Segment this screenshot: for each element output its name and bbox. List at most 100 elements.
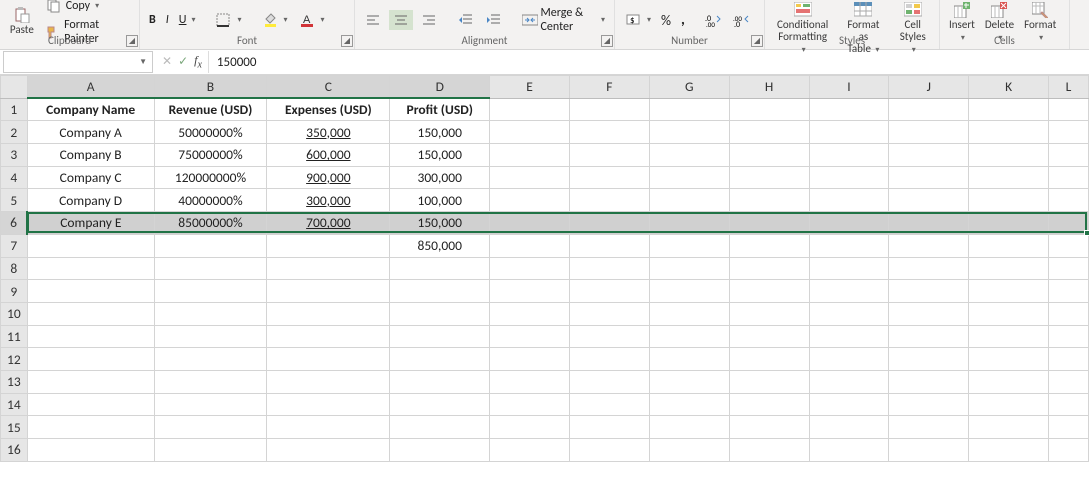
- cell-E8[interactable]: [490, 257, 570, 280]
- cell-C5[interactable]: 300,000: [267, 189, 390, 212]
- cell-C8[interactable]: [267, 257, 390, 280]
- cell-J1[interactable]: [889, 98, 969, 121]
- cell-F7[interactable]: [569, 234, 649, 257]
- col-header-F[interactable]: F: [569, 76, 649, 99]
- cell-G8[interactable]: [649, 257, 729, 280]
- row-header-10[interactable]: 10: [1, 302, 28, 325]
- cell-H12[interactable]: [729, 348, 809, 371]
- cell-G1[interactable]: [649, 98, 729, 121]
- cell-A11[interactable]: [27, 325, 154, 348]
- italic-button[interactable]: I: [163, 12, 172, 28]
- cell-F4[interactable]: [569, 166, 649, 189]
- cell-D2[interactable]: 150,000: [390, 121, 490, 144]
- cell-I8[interactable]: [809, 257, 889, 280]
- row-header-3[interactable]: 3: [1, 144, 28, 167]
- row-header-11[interactable]: 11: [1, 325, 28, 348]
- col-header-K[interactable]: K: [969, 76, 1049, 99]
- spreadsheet-grid[interactable]: ABCDEFGHIJKL 1Company NameRevenue (USD)E…: [0, 75, 1089, 462]
- row-header-1[interactable]: 1: [1, 98, 28, 121]
- cell-B14[interactable]: [154, 393, 267, 416]
- cell-B4[interactable]: 120000000%: [154, 166, 267, 189]
- cell-D13[interactable]: [390, 370, 490, 393]
- cell-I3[interactable]: [809, 144, 889, 167]
- cell-A12[interactable]: [27, 348, 154, 371]
- cell-B3[interactable]: 75000000%: [154, 144, 267, 167]
- cell-J9[interactable]: [889, 280, 969, 303]
- col-header-A[interactable]: A: [27, 76, 154, 99]
- cell-H9[interactable]: [729, 280, 809, 303]
- cell-C3[interactable]: 600,000: [267, 144, 390, 167]
- cell-A2[interactable]: Company A: [27, 121, 154, 144]
- cell-F13[interactable]: [569, 370, 649, 393]
- cell-G10[interactable]: [649, 302, 729, 325]
- cell-I4[interactable]: [809, 166, 889, 189]
- cell-D9[interactable]: [390, 280, 490, 303]
- cell-J11[interactable]: [889, 325, 969, 348]
- cell-F15[interactable]: [569, 416, 649, 439]
- cell-I1[interactable]: [809, 98, 889, 121]
- name-box[interactable]: ▼: [3, 51, 153, 73]
- cell-J2[interactable]: [889, 121, 969, 144]
- cell-E16[interactable]: [490, 439, 570, 462]
- cell-D1[interactable]: Profit (USD): [390, 98, 490, 121]
- cell-G11[interactable]: [649, 325, 729, 348]
- cell-K13[interactable]: [969, 370, 1049, 393]
- cell-B16[interactable]: [154, 439, 267, 462]
- comma-button[interactable]: ,: [678, 10, 688, 30]
- enter-formula-icon[interactable]: ✓: [178, 54, 188, 69]
- cell-L11[interactable]: [1048, 325, 1088, 348]
- cell-G7[interactable]: [649, 234, 729, 257]
- cell-I13[interactable]: [809, 370, 889, 393]
- cell-G6[interactable]: [649, 212, 729, 235]
- cell-G5[interactable]: [649, 189, 729, 212]
- cell-B13[interactable]: [154, 370, 267, 393]
- cell-B8[interactable]: [154, 257, 267, 280]
- cell-H7[interactable]: [729, 234, 809, 257]
- cell-H11[interactable]: [729, 325, 809, 348]
- cell-B10[interactable]: [154, 302, 267, 325]
- cancel-formula-icon[interactable]: ✕: [162, 54, 172, 69]
- cell-L9[interactable]: [1048, 280, 1088, 303]
- cell-C9[interactable]: [267, 280, 390, 303]
- col-header-B[interactable]: B: [154, 76, 267, 99]
- row-header-13[interactable]: 13: [1, 370, 28, 393]
- cell-E7[interactable]: [490, 234, 570, 257]
- cell-K15[interactable]: [969, 416, 1049, 439]
- cell-F16[interactable]: [569, 439, 649, 462]
- cell-G9[interactable]: [649, 280, 729, 303]
- cell-B6[interactable]: 85000000%: [154, 212, 267, 235]
- cell-L10[interactable]: [1048, 302, 1088, 325]
- cell-C10[interactable]: [267, 302, 390, 325]
- cell-J4[interactable]: [889, 166, 969, 189]
- cell-E15[interactable]: [490, 416, 570, 439]
- cell-L14[interactable]: [1048, 393, 1088, 416]
- row-header-7[interactable]: 7: [1, 234, 28, 257]
- dialog-launcher-icon[interactable]: ◢: [341, 35, 353, 47]
- cell-A3[interactable]: Company B: [27, 144, 154, 167]
- cell-H16[interactable]: [729, 439, 809, 462]
- col-header-L[interactable]: L: [1048, 76, 1088, 99]
- cell-B1[interactable]: Revenue (USD): [154, 98, 267, 121]
- row-header-6[interactable]: 6: [1, 212, 28, 235]
- cell-J8[interactable]: [889, 257, 969, 280]
- cell-E9[interactable]: [490, 280, 570, 303]
- cell-D16[interactable]: [390, 439, 490, 462]
- cell-H13[interactable]: [729, 370, 809, 393]
- cell-L3[interactable]: [1048, 144, 1088, 167]
- cell-D6[interactable]: 150,000: [390, 212, 490, 235]
- cell-B11[interactable]: [154, 325, 267, 348]
- cell-C2[interactable]: 350,000: [267, 121, 390, 144]
- cell-F1[interactable]: [569, 98, 649, 121]
- cell-F3[interactable]: [569, 144, 649, 167]
- cell-A9[interactable]: [27, 280, 154, 303]
- cell-L2[interactable]: [1048, 121, 1088, 144]
- cell-G16[interactable]: [649, 439, 729, 462]
- cell-K11[interactable]: [969, 325, 1049, 348]
- indent-increase-button[interactable]: [482, 10, 506, 30]
- select-all-corner[interactable]: [1, 76, 28, 99]
- cell-K1[interactable]: [969, 98, 1049, 121]
- cell-D14[interactable]: [390, 393, 490, 416]
- fill-color-button[interactable]: ▾: [258, 10, 291, 30]
- cell-A14[interactable]: [27, 393, 154, 416]
- cell-I16[interactable]: [809, 439, 889, 462]
